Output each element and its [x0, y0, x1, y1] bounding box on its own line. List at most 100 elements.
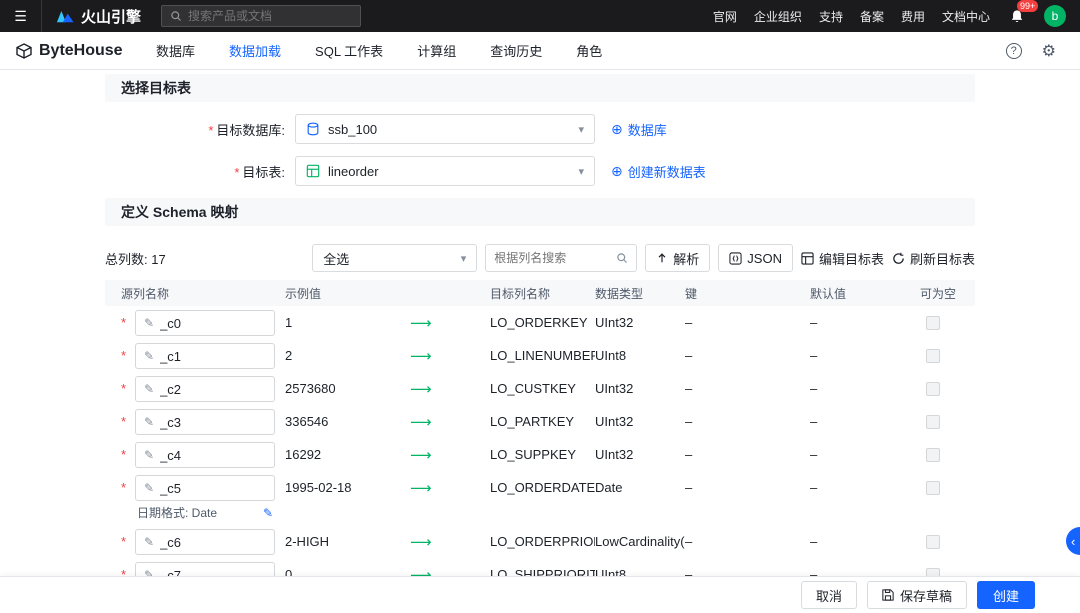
- target-table-section-header: 选择目标表: [105, 74, 975, 102]
- nullable-checkbox[interactable]: [926, 448, 940, 462]
- edit-target-table-button[interactable]: 编辑目标表: [801, 249, 884, 268]
- source-column-name-input[interactable]: [160, 382, 250, 397]
- topbar-link[interactable]: 企业组织: [754, 8, 802, 25]
- pencil-icon: ✎: [144, 535, 154, 549]
- nav-item[interactable]: 计算组: [417, 41, 456, 60]
- topbar-link[interactable]: 费用: [901, 8, 925, 25]
- mapping-table-header: 源列名称 示例值 目标列名称 数据类型 键 默认值 可为空: [105, 280, 975, 306]
- section-title: 选择目标表: [121, 78, 191, 98]
- create-table-link[interactable]: ⊕ 创建新数据表: [611, 162, 706, 181]
- mapping-arrow-icon: ⟶: [405, 306, 480, 339]
- sample-value: 1: [285, 306, 405, 339]
- source-column-input[interactable]: ✎: [135, 376, 275, 402]
- source-column-input[interactable]: ✎: [135, 310, 275, 336]
- table-row: *✎2573680⟶LO_CUSTKEYUInt32––: [105, 372, 975, 405]
- target-column-name: LO_SUPPKEY: [480, 438, 595, 471]
- nullable-checkbox[interactable]: [926, 349, 940, 363]
- plus-circle-icon: ⊕: [611, 122, 623, 136]
- add-database-link[interactable]: ⊕ 数据库: [611, 120, 667, 139]
- nav-item[interactable]: 数据库: [156, 41, 195, 60]
- plus-circle-icon: ⊕: [611, 164, 623, 178]
- pencil-icon: ✎: [144, 415, 154, 429]
- source-column-name-input[interactable]: [160, 415, 250, 430]
- nullable-checkbox[interactable]: [926, 535, 940, 549]
- nullable-cell: [920, 306, 975, 339]
- source-column-name-input[interactable]: [160, 448, 250, 463]
- source-column-name-input[interactable]: [160, 535, 250, 550]
- target-table-select[interactable]: lineorder ▾: [295, 156, 595, 186]
- help-icon[interactable]: ?: [1006, 43, 1022, 59]
- nullable-checkbox[interactable]: [926, 382, 940, 396]
- column-search[interactable]: [485, 244, 637, 272]
- topbar-link[interactable]: 文档中心: [942, 8, 990, 25]
- topbar: ☰ 火山引擎 官网企业组织支持备案费用文档中心 99+ b: [0, 0, 1080, 32]
- source-column-input[interactable]: ✎: [135, 442, 275, 468]
- source-column-cell: ✎: [135, 372, 285, 405]
- select-all-dropdown[interactable]: 全选 ▾: [312, 244, 477, 272]
- parse-icon: [656, 252, 668, 264]
- required-asterisk: *: [105, 372, 135, 405]
- column-search-input[interactable]: [494, 251, 610, 265]
- cancel-button[interactable]: 取消: [801, 581, 857, 609]
- notification-bell-icon[interactable]: 99+: [1007, 6, 1027, 26]
- nullable-cell: [920, 405, 975, 438]
- avatar[interactable]: b: [1044, 5, 1066, 27]
- mapping-arrow-icon: ⟶: [405, 339, 480, 372]
- col-header-source: 源列名称: [105, 285, 285, 302]
- top-search[interactable]: [161, 5, 361, 27]
- nav-item[interactable]: 查询历史: [490, 41, 542, 60]
- nullable-checkbox[interactable]: [926, 481, 940, 495]
- edit-date-format-icon[interactable]: ✎: [263, 506, 273, 520]
- source-column-input[interactable]: ✎: [135, 529, 275, 555]
- parse-button[interactable]: 解析: [645, 244, 710, 272]
- json-button[interactable]: JSON: [718, 244, 793, 272]
- save-icon: [882, 589, 894, 601]
- total-columns-count: 17: [151, 252, 165, 267]
- top-search-input[interactable]: [188, 9, 352, 23]
- source-column-input[interactable]: ✎: [135, 475, 275, 501]
- target-column-name: LO_ORDERDATE: [480, 471, 595, 504]
- menu-icon[interactable]: ☰: [0, 0, 42, 32]
- source-column-cell: ✎: [135, 405, 285, 438]
- target-table-form: *目标数据库: ssb_100 ▾ ⊕ 数据库 *目标表:: [105, 102, 975, 186]
- sample-value: 2: [285, 339, 405, 372]
- source-column-name-input[interactable]: [160, 316, 250, 331]
- save-draft-button[interactable]: 保存草稿: [867, 581, 967, 609]
- product-navbar: ByteHouse 数据库数据加载SQL 工作表计算组查询历史角色 ? ⚙: [0, 32, 1080, 70]
- nav-item[interactable]: SQL 工作表: [315, 41, 383, 60]
- schema-controls: 总列数: 17 全选 ▾ 解析: [105, 244, 975, 272]
- topbar-link[interactable]: 支持: [819, 8, 843, 25]
- nullable-cell: [920, 372, 975, 405]
- topbar-right: 官网企业组织支持备案费用文档中心 99+ b: [713, 5, 1080, 27]
- mapping-arrow-icon: ⟶: [405, 405, 480, 438]
- pencil-icon: ✎: [144, 349, 154, 363]
- nav-item[interactable]: 数据加载: [229, 41, 281, 60]
- default-value: –: [810, 405, 920, 438]
- pencil-icon: ✎: [144, 448, 154, 462]
- source-column-name-input[interactable]: [160, 481, 250, 496]
- topbar-link[interactable]: 备案: [860, 8, 884, 25]
- target-table-label: *目标表:: [105, 162, 295, 181]
- volcengine-logo[interactable]: 火山引擎: [42, 6, 161, 27]
- nav-items: 数据库 数据加载 SQL 工作表 计算组 查询历史 角色: [156, 41, 602, 60]
- source-column-input[interactable]: ✎: [135, 409, 275, 435]
- schema-controls-right: 全选 ▾ 解析 JSON: [312, 244, 975, 272]
- data-type: UInt32: [595, 372, 685, 405]
- gear-icon[interactable]: ⚙: [1042, 41, 1056, 61]
- refresh-target-table-button[interactable]: 刷新目标表: [892, 249, 975, 268]
- total-columns: 总列数: 17: [105, 249, 166, 268]
- nav-item[interactable]: 角色: [576, 41, 602, 60]
- pencil-icon: ✎: [144, 382, 154, 396]
- nullable-cell: [920, 339, 975, 372]
- topbar-link[interactable]: 官网: [713, 8, 737, 25]
- sample-value: 336546: [285, 405, 405, 438]
- target-column-name: LO_ORDERPRIORITY: [480, 525, 595, 558]
- create-button[interactable]: 创建: [977, 581, 1035, 609]
- nullable-checkbox[interactable]: [926, 415, 940, 429]
- source-column-input[interactable]: ✎: [135, 343, 275, 369]
- source-column-name-input[interactable]: [160, 349, 250, 364]
- nullable-checkbox[interactable]: [926, 316, 940, 330]
- data-type: UInt32: [595, 306, 685, 339]
- required-asterisk: *: [208, 123, 213, 138]
- target-database-select[interactable]: ssb_100 ▾: [295, 114, 595, 144]
